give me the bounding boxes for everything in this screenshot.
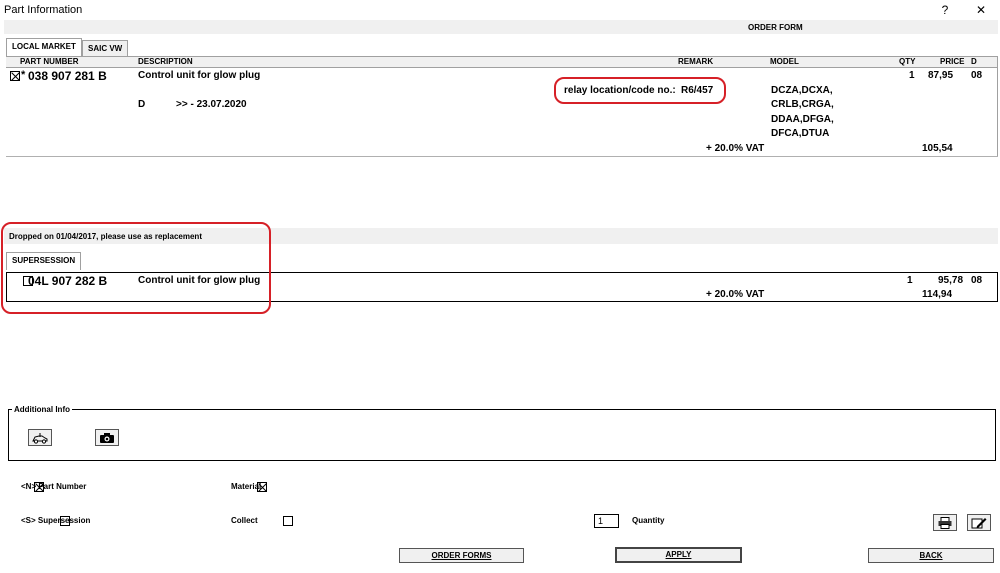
material-option-label[interactable]: Material [231,482,261,491]
collect-checkbox[interactable] [283,516,294,526]
quantity-label: Quantity [632,516,665,525]
back-button[interactable]: BACK [868,548,994,563]
tab-local-market[interactable]: LOCAL MARKET [6,38,82,56]
main-part-number[interactable]: 038 907 281 B [28,69,107,83]
supersession-option-label[interactable]: <S> Supersession [21,516,90,525]
title-bar [0,0,1000,20]
additional-info-legend: Additional Info [12,405,72,414]
supersession-price: 95,78 [938,275,964,286]
main-part-checkbox[interactable] [10,71,20,81]
main-part-subcode: D [138,99,146,110]
col-price: PRICE [940,57,965,66]
close-button[interactable]: ✕ [970,2,992,18]
main-part-d: 08 [971,70,983,81]
help-button[interactable]: ? [934,2,956,18]
row-separator [6,156,998,157]
camera-icon[interactable] [95,429,119,446]
remark-value: R6/457 [681,85,714,96]
model-line: DDAA,DFGA, [771,114,834,125]
model-line: CRLB,CRGA, [771,99,834,110]
supersession-qty: 1 [907,275,913,286]
model-line: DCZA,DCXA, [771,85,833,96]
order-form-label: ORDER FORM [748,23,803,32]
tab-saic-vw[interactable]: SAIC VW [82,40,129,56]
col-description: DESCRIPTION [138,57,193,66]
collect-option-label[interactable]: Collect [231,516,258,525]
remark-label: relay location/code no.: [564,85,676,96]
main-part-marker: * [21,69,26,81]
window-title: Part Information [4,4,83,16]
supersession-vat-price: 114,94 [922,289,953,300]
additional-info-group [8,409,996,461]
print-icon[interactable] [933,514,957,531]
col-d: D [971,57,977,66]
header-band [4,20,998,34]
main-part-price: 87,95 [928,70,954,81]
order-forms-button[interactable]: ORDER FORMS [399,548,524,563]
main-part-description: Control unit for glow plug [138,70,261,81]
supersession-vat-label: + 20.0% VAT [706,289,765,300]
model-line: DFCA,DTUA [771,128,830,139]
main-vat-label: + 20.0% VAT [706,143,765,154]
col-remark: REMARK [678,57,714,66]
edit-icon[interactable] [967,514,991,531]
col-qty: QTY [899,57,916,66]
apply-button[interactable]: APPLY [615,547,742,563]
supersession-highlight [1,222,271,314]
main-part-date-range: >> - 23.07.2020 [176,99,247,110]
main-vat-price: 105,54 [922,143,953,154]
main-part-qty: 1 [909,70,915,81]
quantity-input[interactable]: 1 [594,514,619,528]
vehicle-icon[interactable] [28,429,52,446]
col-part-number: PART NUMBER [20,57,79,66]
grid-right-border [997,56,998,156]
col-model: MODEL [770,57,799,66]
part-number-option-label[interactable]: <N> Part Number [21,482,86,491]
supersession-d: 08 [971,275,983,286]
